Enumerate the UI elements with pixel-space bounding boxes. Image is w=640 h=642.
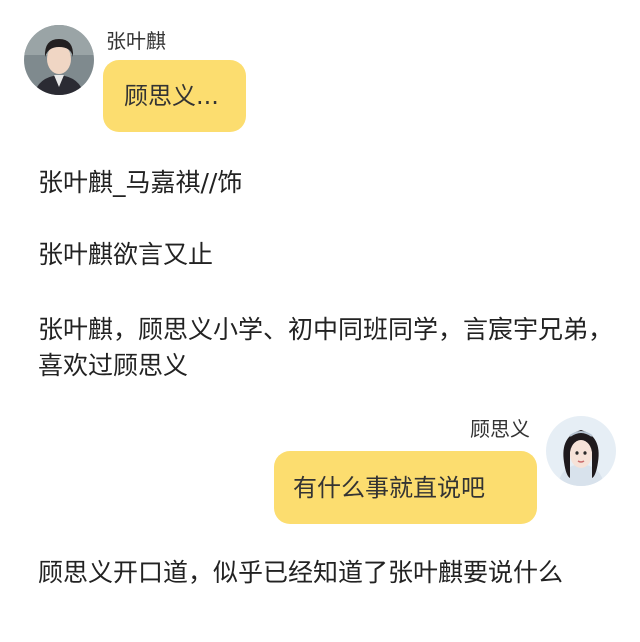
narration-text: 张叶麒，顾思义小学、初中同班同学，言宸宇兄弟，喜欢过顾思义 — [38, 315, 614, 380]
narration-text: 张叶麒欲言又止 — [38, 240, 214, 269]
sender-name: 顾思义 — [470, 417, 530, 441]
avatar-gu-siyi[interactable] — [546, 416, 616, 486]
avatar-zhang-yeqi[interactable] — [24, 25, 94, 95]
message-bubble[interactable]: 顾思义... — [103, 60, 246, 132]
narration-text: 顾思义开口道，似乎已经知道了张叶麒要说什么 — [38, 558, 564, 587]
message-text: 顾思义... — [124, 82, 219, 110]
girl-avatar-icon — [546, 416, 616, 486]
narration-text: 张叶麒_马嘉祺//饰 — [38, 168, 243, 197]
boy-avatar-icon — [24, 25, 94, 95]
message-text: 有什么事就直说吧 — [293, 474, 485, 502]
sender-name: 张叶麒 — [106, 29, 166, 53]
message-bubble[interactable]: 有什么事就直说吧 — [274, 451, 537, 524]
